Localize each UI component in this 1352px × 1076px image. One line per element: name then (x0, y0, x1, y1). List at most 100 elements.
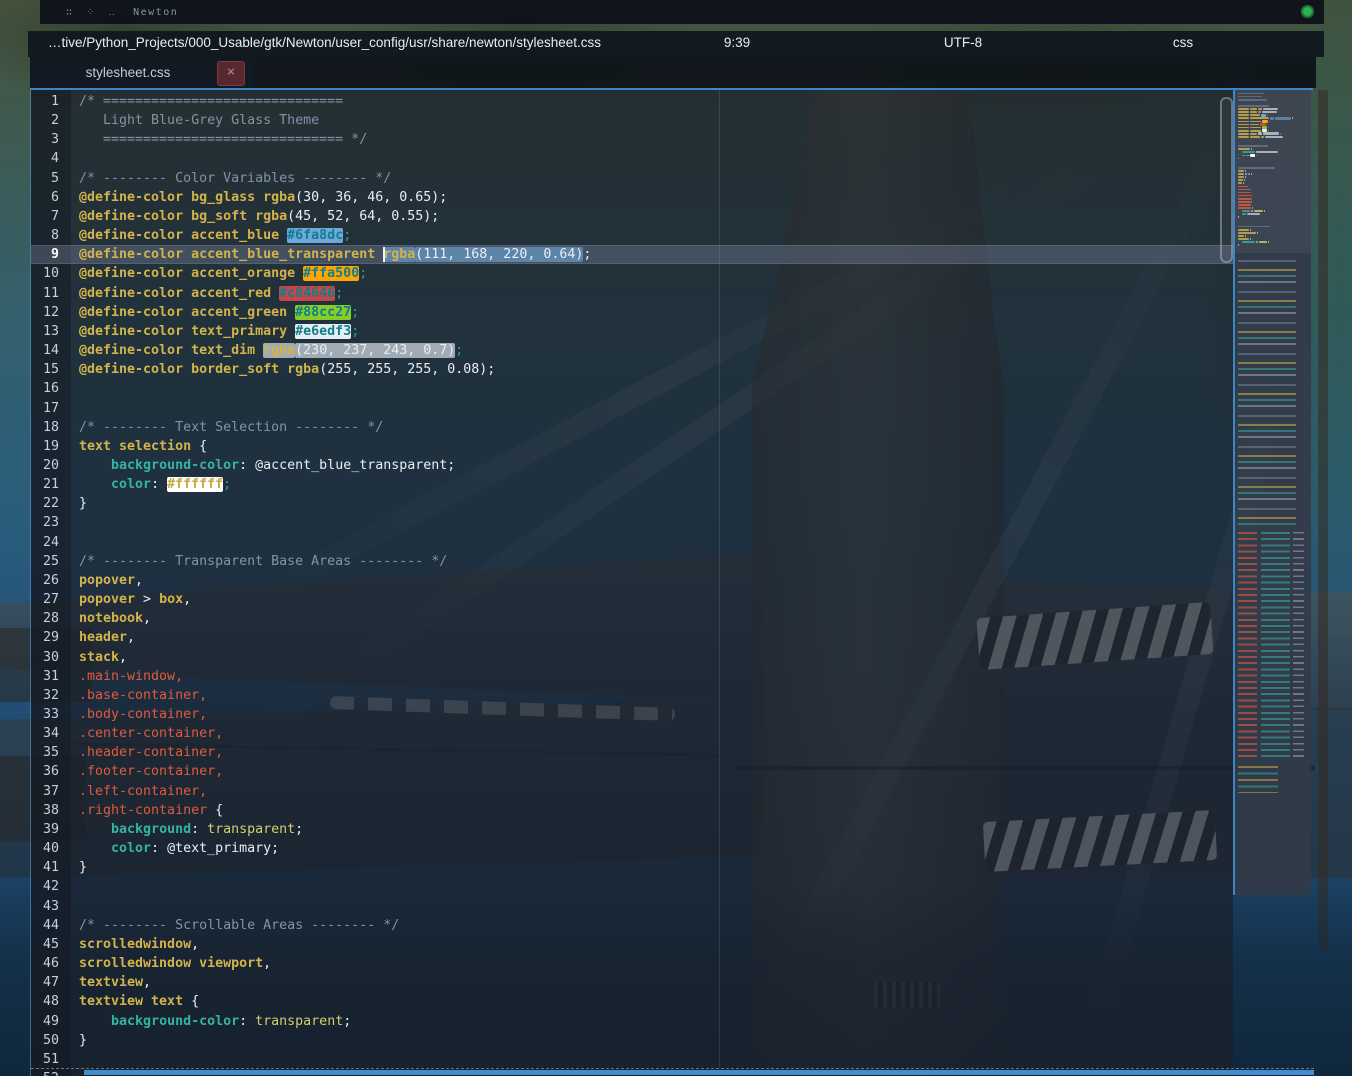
code-line[interactable]: 12@define-color accent_green #88cc27; (31, 303, 1233, 322)
code-line[interactable]: 9@define-color accent_blue_transparent r… (31, 245, 1233, 264)
minimap-line (1235, 250, 1311, 253)
code-line[interactable]: 10@define-color accent_orange #ffa500; (31, 264, 1233, 283)
code-line[interactable]: 39 background: transparent; (31, 820, 1233, 839)
minimap-token (1243, 182, 1244, 184)
code-line[interactable]: 30stack, (31, 648, 1233, 667)
minimap-token (1238, 105, 1269, 107)
code-line[interactable]: 50} (31, 1031, 1233, 1050)
code-line[interactable]: 51 (31, 1050, 1233, 1069)
code-line[interactable]: 41} (31, 858, 1233, 877)
code-line[interactable]: 44/* -------- Scrollable Areas -------- … (31, 916, 1233, 935)
minimap-token (1238, 179, 1243, 181)
code-line[interactable]: 31.main-window, (31, 667, 1233, 686)
minimap-token (1270, 117, 1273, 120)
line-number: 37 (31, 782, 59, 801)
minimap-token (1262, 111, 1277, 113)
window-button[interactable] (1301, 5, 1314, 18)
line-number: 21 (31, 475, 59, 494)
line-number: 11 (31, 284, 59, 303)
code-line[interactable]: 23 (31, 513, 1233, 532)
minimap-token (1238, 121, 1249, 123)
code-line[interactable]: 19text selection { (31, 437, 1233, 456)
code-line[interactable]: 49 background-color: transparent; (31, 1012, 1233, 1031)
code-line[interactable]: 37.left-container, (31, 782, 1233, 801)
workspace-dots-icon: ∷ ⁘ ‥ (66, 7, 117, 18)
code-line[interactable]: 38.right-container { (31, 801, 1233, 820)
line-text: .right-container { (79, 801, 223, 820)
code-line[interactable]: 18/* -------- Text Selection -------- */ (31, 418, 1233, 437)
minimap-token (1238, 148, 1250, 150)
code-editor-textarea[interactable]: 1/* ==============================2 Ligh… (31, 90, 1233, 1076)
minimap-token (1264, 210, 1265, 212)
minimap-token (1258, 132, 1261, 135)
code-line[interactable]: 4 (31, 149, 1233, 168)
code-line[interactable]: 13@define-color text_primary #e6edf3; (31, 322, 1233, 341)
minimap-token (1238, 167, 1275, 169)
code-line[interactable]: 40 color: @text_primary; (31, 839, 1233, 858)
minimap-token (1254, 210, 1263, 212)
code-line[interactable]: 36.footer-container, (31, 762, 1233, 781)
minimap-token (1250, 108, 1257, 110)
line-number: 6 (31, 188, 59, 207)
line-text: popover, (79, 571, 143, 590)
line-number: 14 (31, 341, 59, 360)
cursor-position: 9:39 (724, 35, 750, 50)
ship-mast (1318, 90, 1328, 950)
minimap-token (1238, 136, 1249, 138)
code-line[interactable]: 7@define-color bg_soft rgba(45, 52, 64, … (31, 207, 1233, 226)
code-line[interactable]: 42 (31, 877, 1233, 896)
code-line[interactable]: 33.body-container, (31, 705, 1233, 724)
code-line[interactable]: 24 (31, 533, 1233, 552)
code-line[interactable]: 16 (31, 379, 1233, 398)
code-line[interactable]: 27popover > box, (31, 590, 1233, 609)
line-text: .base-container, (79, 686, 207, 705)
line-number: 19 (31, 437, 59, 456)
code-line[interactable]: 21 color: #ffffff; (31, 475, 1233, 494)
minimap-token (1238, 244, 1239, 246)
line-text: header, (79, 628, 135, 647)
minimap-token (1238, 176, 1244, 178)
status-bar: …tive/Python_Projects/000_Usable/gtk/New… (28, 31, 1324, 57)
line-number: 20 (31, 456, 59, 475)
code-line[interactable]: 2 Light Blue-Grey Glass Theme (31, 111, 1233, 130)
minimap[interactable] (1233, 90, 1311, 895)
code-line[interactable]: 35.header-container, (31, 743, 1233, 762)
tab-stylesheet[interactable]: stylesheet.css × (31, 58, 253, 87)
code-line[interactable]: 8@define-color accent_blue #6fa8dc; (31, 226, 1233, 245)
title-bar[interactable]: ∷ ⁘ ‥ Newton (40, 0, 1324, 24)
code-line[interactable]: 22} (31, 494, 1233, 513)
code-line[interactable]: 11@define-color accent_red #c84646; (31, 284, 1233, 303)
code-line[interactable]: 25/* -------- Transparent Base Areas ---… (31, 552, 1233, 571)
code-line[interactable]: 6@define-color bg_glass rgba(30, 36, 46,… (31, 188, 1233, 207)
code-line[interactable]: 32.base-container, (31, 686, 1233, 705)
code-line[interactable]: 47textview, (31, 973, 1233, 992)
code-line[interactable]: 1/* ============================== (31, 92, 1233, 111)
tab-close-button[interactable]: × (217, 61, 245, 86)
line-text: .center-container, (79, 724, 223, 743)
vertical-scrollbar-thumb[interactable] (1220, 97, 1233, 263)
code-line[interactable]: 20 background-color: @accent_blue_transp… (31, 456, 1233, 475)
code-line[interactable]: 45scrolledwindow, (31, 935, 1233, 954)
line-text: @define-color text_dim rgba(230, 237, 24… (79, 341, 463, 360)
code-line[interactable]: 26popover, (31, 571, 1233, 590)
code-line[interactable]: 17 (31, 399, 1233, 418)
line-text: Light Blue-Grey Glass Theme (79, 111, 319, 130)
line-text: @define-color accent_blue #6fa8dc; (79, 226, 351, 245)
editor-bottom-dashed-line (31, 1068, 1314, 1069)
code-line[interactable]: 3 ============================== */ (31, 130, 1233, 149)
code-line[interactable]: 5/* -------- Color Variables -------- */ (31, 169, 1233, 188)
code-line[interactable]: 34.center-container, (31, 724, 1233, 743)
line-number: 12 (31, 303, 59, 322)
code-line[interactable]: 29header, (31, 628, 1233, 647)
code-line[interactable]: 46scrolledwindow viewport, (31, 954, 1233, 973)
line-text: .main-window, (79, 667, 183, 686)
text-cursor (383, 247, 385, 262)
code-line[interactable]: 43 (31, 897, 1233, 916)
code-line[interactable]: 14 @define-color text_dim rgba(230, 237, … (31, 341, 1233, 360)
code-line[interactable]: 28notebook, (31, 609, 1233, 628)
code-line[interactable]: 15@define-color border_soft rgba(255, 25… (31, 360, 1233, 379)
line-number: 35 (31, 743, 59, 762)
minimap-token (1238, 108, 1249, 110)
minimap-token (1238, 173, 1244, 175)
code-line[interactable]: 48textview text { (31, 992, 1233, 1011)
